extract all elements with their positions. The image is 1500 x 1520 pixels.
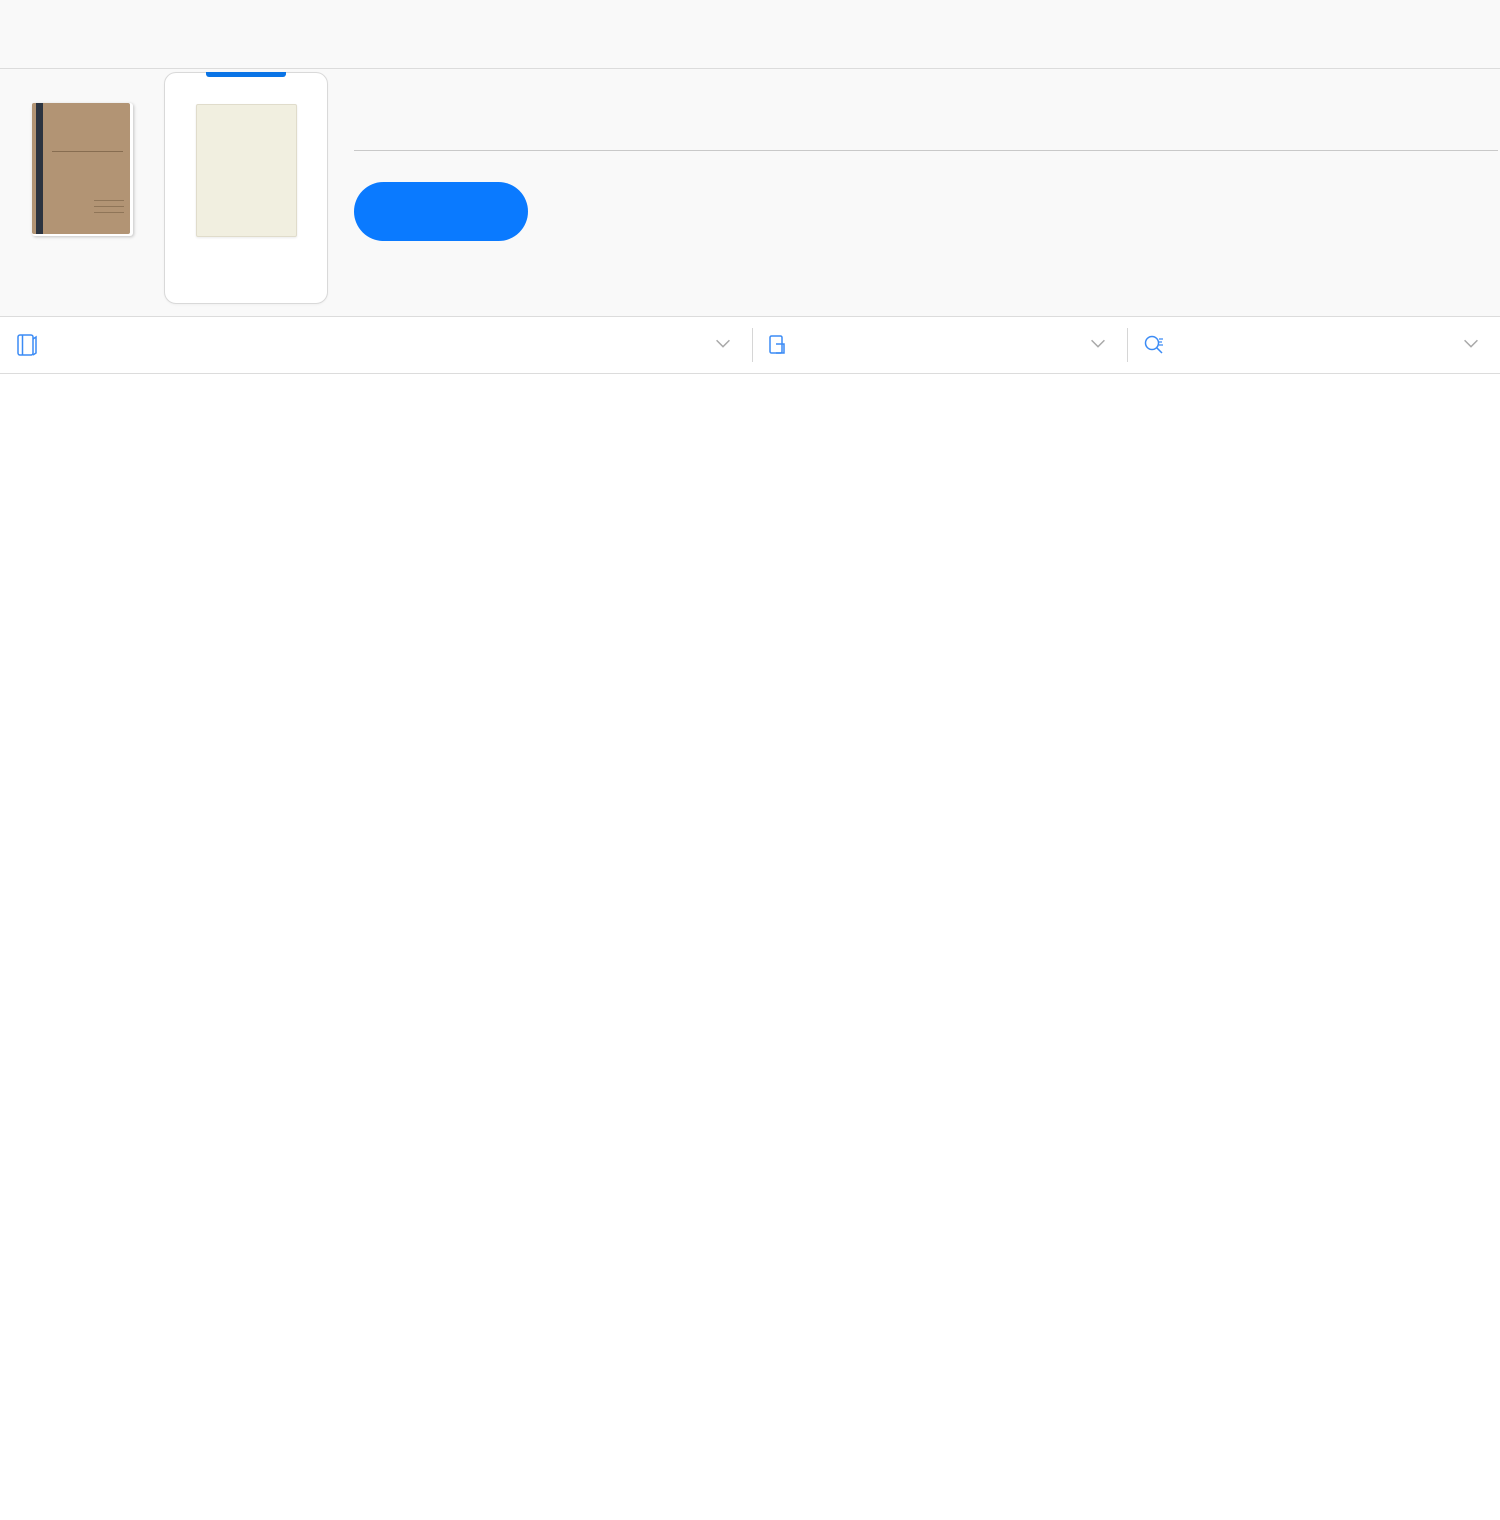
navigation-bar [0,0,1500,69]
notebook-config-panel [0,69,1500,317]
cover-rule-bottom [93,200,124,220]
cover-rule-top [51,151,123,152]
orientation-icon [766,332,792,358]
filter-orientation[interactable] [752,317,1127,373]
filter-language[interactable] [1127,317,1500,373]
cover-chooser[interactable] [0,69,164,236]
title-field-row [354,113,1498,151]
template-filter-bar [0,317,1500,374]
search-language-icon [1141,332,1167,358]
paper-thumbnail[interactable] [195,104,297,237]
cover-thumbnail[interactable] [31,103,133,236]
chevron-down-icon [1460,332,1482,359]
chevron-down-icon [1087,332,1109,359]
chevron-down-icon [712,332,734,359]
notebook-form [328,69,1500,246]
paper-chooser[interactable] [164,72,328,304]
cover-spine [35,103,43,234]
filter-paper-set[interactable] [0,317,752,373]
create-button[interactable] [354,182,528,241]
paper-selection-indicator [206,72,286,77]
notebook-icon [14,332,40,358]
title-input[interactable] [368,113,1498,139]
